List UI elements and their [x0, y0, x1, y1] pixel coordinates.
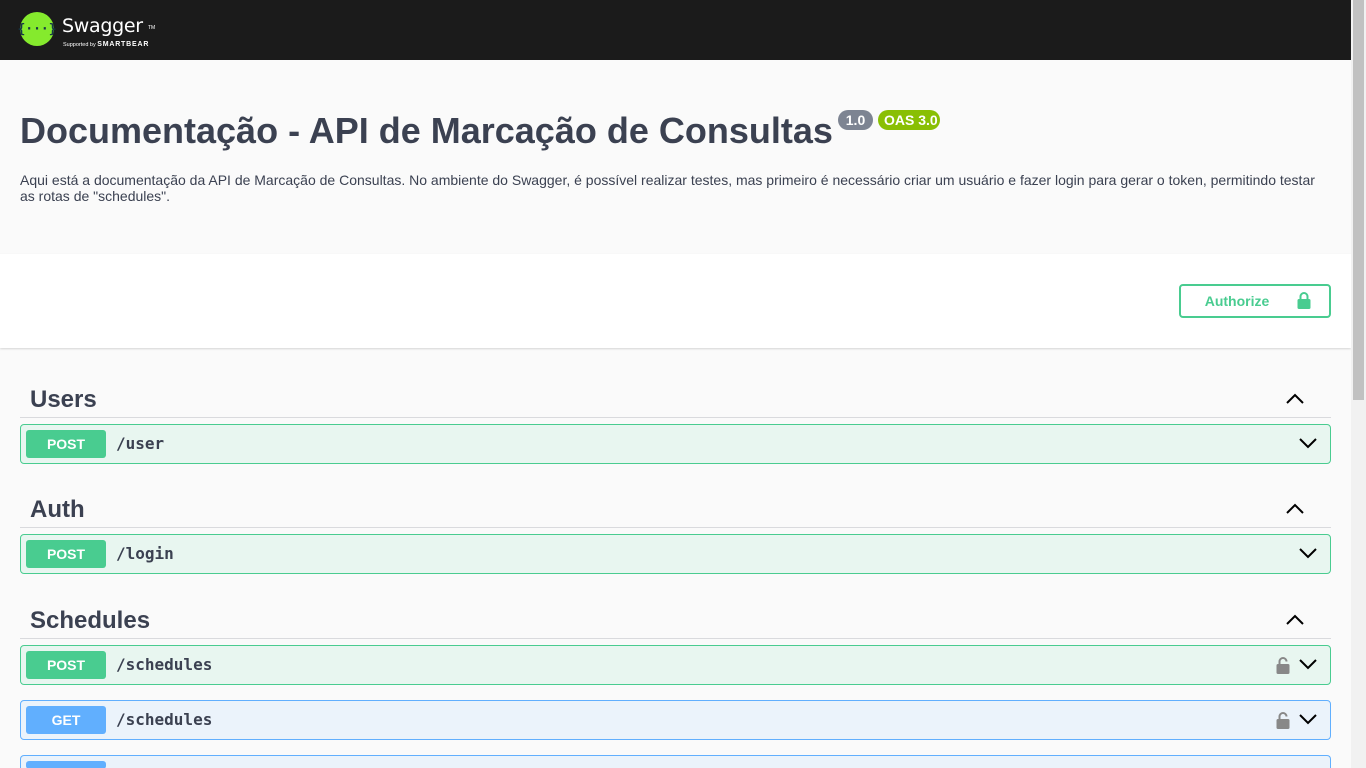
chevron-down-icon[interactable]: [1298, 436, 1318, 454]
method-badge-partial: [26, 761, 106, 768]
operation-path: /schedules: [116, 655, 213, 674]
logo-trademark: TM: [148, 25, 156, 31]
authorize-label: Authorize: [1204, 293, 1270, 309]
operation-post-user[interactable]: POST /user: [20, 424, 1331, 464]
lock-icon: [1297, 291, 1311, 312]
method-badge: POST: [26, 540, 106, 568]
tag-name-users: Users: [30, 386, 97, 413]
tag-section-auth[interactable]: Auth: [20, 484, 1331, 528]
operation-post-schedules[interactable]: POST /schedules: [20, 645, 1331, 685]
chevron-up-icon[interactable]: [1285, 392, 1305, 410]
tag-section-schedules[interactable]: Schedules: [20, 595, 1331, 639]
chevron-down-icon[interactable]: [1298, 712, 1318, 730]
chevron-up-icon[interactable]: [1285, 502, 1305, 520]
operation-post-login[interactable]: POST /login: [20, 534, 1331, 574]
logo-wordmark: Swagger: [62, 15, 143, 37]
logo-sub-prefix: Supported by: [63, 42, 96, 48]
operation-path: /user: [116, 434, 165, 453]
scrollbar-thumb[interactable]: [1353, 0, 1364, 400]
scheme-container: Authorize: [0, 254, 1351, 348]
method-badge: POST: [26, 430, 106, 458]
operation-get-partial[interactable]: [20, 755, 1331, 768]
oas-badge: OAS 3.0: [878, 110, 940, 130]
authorize-button[interactable]: Authorize: [1179, 284, 1331, 318]
chevron-down-icon[interactable]: [1298, 657, 1318, 675]
chevron-down-icon[interactable]: [1298, 546, 1318, 564]
scrollbar[interactable]: [1351, 0, 1366, 768]
logo-supported-by: Supported by SMARTBEAR: [63, 41, 149, 48]
chevron-up-icon[interactable]: [1285, 613, 1305, 631]
method-badge: GET: [26, 706, 106, 734]
api-info: Documentação - API de Marcação de Consul…: [0, 60, 1351, 254]
operation-path: /schedules: [116, 710, 213, 729]
logo-sub-brand: SMARTBEAR: [97, 41, 150, 48]
tag-name-auth: Auth: [30, 496, 85, 523]
operation-get-schedules[interactable]: GET /schedules: [20, 700, 1331, 740]
lock-icon[interactable]: [1276, 711, 1290, 734]
tag-name-schedules: Schedules: [30, 607, 151, 634]
page-title: Documentação - API de Marcação de Consul…: [20, 110, 833, 151]
method-badge: POST: [26, 651, 106, 679]
lock-icon[interactable]: [1276, 656, 1290, 679]
swagger-logo[interactable]: {···} Swagger TM Supported by SMARTBEAR: [17, 11, 172, 48]
api-description: Aqui está a documentação da API de Marca…: [20, 172, 1315, 204]
swagger-logo-icon: {···}: [17, 12, 57, 46]
operation-path: /login: [116, 544, 174, 563]
tag-section-users[interactable]: Users: [20, 374, 1331, 418]
topbar: {···} Swagger TM Supported by SMARTBEAR: [0, 0, 1351, 60]
swagger-logo-text: Swagger TM Supported by SMARTBEAR: [62, 11, 172, 48]
version-badge: 1.0: [838, 110, 873, 130]
